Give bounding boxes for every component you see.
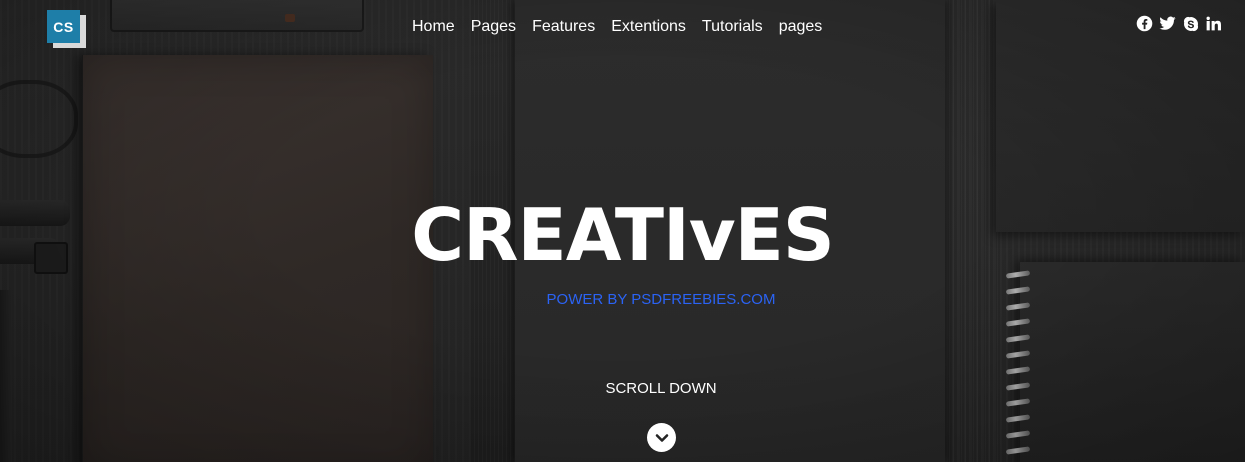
linkedin-icon[interactable] [1205, 15, 1222, 32]
twitter-icon[interactable] [1159, 15, 1176, 32]
background-glasses [0, 80, 78, 158]
chevron-down-icon [655, 433, 668, 442]
scroll-down-label: SCROLL DOWN [605, 380, 717, 397]
background-tray [110, 0, 364, 32]
background-tray-detail [285, 14, 295, 22]
nav-item-features[interactable]: Features [524, 17, 603, 37]
nav-item-extentions[interactable]: Extentions [603, 17, 694, 37]
hero-section: CS Home Pages Features Extentions Tutori… [0, 0, 1245, 462]
skype-icon[interactable] [1182, 15, 1199, 32]
social-links [1136, 15, 1222, 32]
background-stand [0, 290, 12, 462]
hero-title: CREATIvES [411, 193, 834, 277]
nav-item-pages[interactable]: Pages [463, 17, 524, 37]
main-nav: Home Pages Features Extentions Tutorials… [404, 17, 830, 37]
nav-item-home[interactable]: Home [404, 17, 463, 37]
scroll-down-button[interactable] [647, 423, 676, 452]
hero-subtitle-link[interactable]: POWER BY PSDFREEBIES.COM [0, 291, 1245, 309]
nav-item-pages-secondary[interactable]: pages [771, 17, 831, 37]
nav-item-tutorials[interactable]: Tutorials [694, 17, 771, 37]
facebook-icon[interactable] [1136, 15, 1153, 32]
site-logo[interactable]: CS [47, 10, 80, 43]
